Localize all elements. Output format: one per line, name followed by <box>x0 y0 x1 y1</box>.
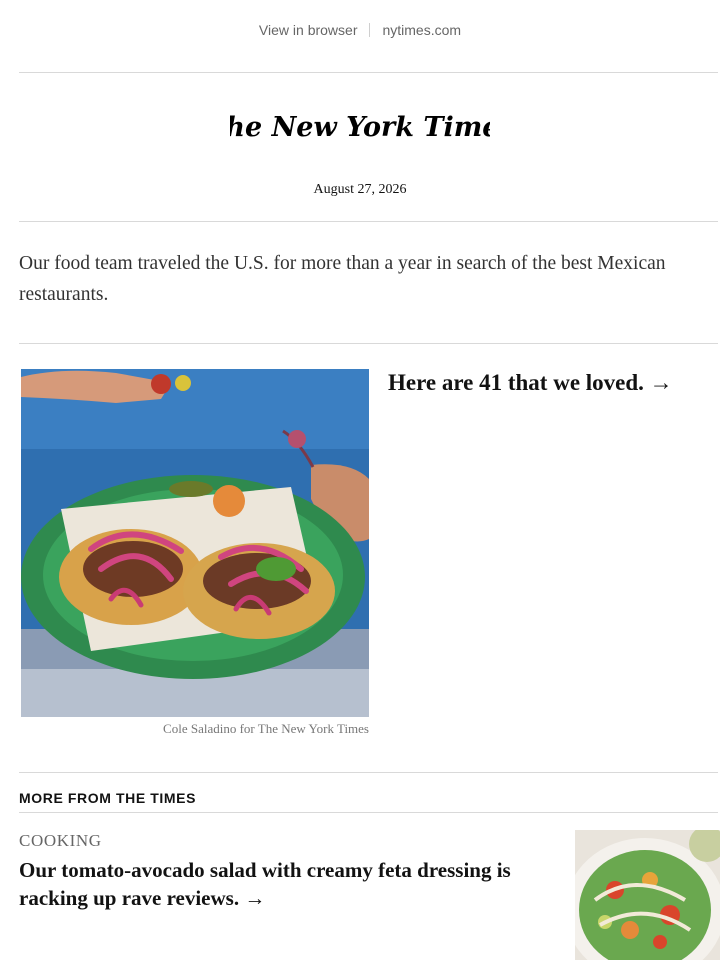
nytimes-site-link[interactable]: nytimes.com <box>382 22 461 38</box>
hero-headline-link[interactable]: Here are 41 that we loved. → <box>388 368 708 398</box>
divider <box>19 72 718 73</box>
view-in-browser-link[interactable]: View in browser <box>259 22 358 38</box>
section-label: MORE FROM THE TIMES <box>19 790 197 806</box>
email-header-links: View in browser nytimes.com <box>0 20 720 40</box>
hero-image-link[interactable] <box>21 369 369 717</box>
logo-wordmark: The New York Times <box>230 112 490 143</box>
masthead-logo[interactable]: The New York Times <box>0 104 720 150</box>
intro-paragraph: Our food team traveled the U.S. for more… <box>19 253 666 305</box>
divider <box>19 812 718 813</box>
nyt-logo-icon: The New York Times <box>230 112 490 143</box>
divider <box>19 772 718 773</box>
story-headline-link[interactable]: Our tomato-avocado salad with creamy fet… <box>19 856 549 912</box>
issue-date: August 27, 2026 <box>313 182 407 197</box>
link-divider <box>369 23 371 37</box>
story-kicker: COOKING <box>19 831 102 850</box>
divider <box>19 343 718 344</box>
photo-credit: Cole Saladino for The New York Times <box>163 721 369 736</box>
tacos-photo-icon <box>21 369 369 717</box>
divider <box>19 221 718 222</box>
salad-photo-icon <box>575 830 720 960</box>
story-thumbnail-link[interactable] <box>575 830 720 960</box>
